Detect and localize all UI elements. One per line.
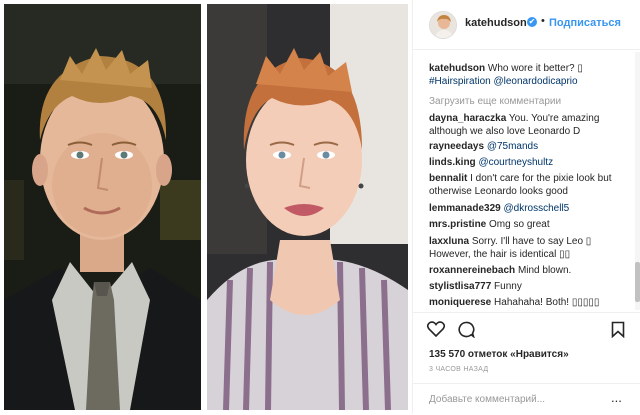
comment-icon — [458, 321, 475, 339]
save-button[interactable] — [611, 321, 625, 343]
comment-item: laxxluna Sorry. I'll have to say Leo ▯ H… — [429, 235, 629, 261]
scrollbar-thumb[interactable] — [635, 262, 640, 302]
comment-username[interactable]: laxxluna — [429, 236, 469, 247]
likes-count[interactable]: 135 570 отметок «Нравится» — [429, 349, 569, 360]
right-photo — [207, 4, 408, 411]
comment-username[interactable]: dayna_haraczka — [429, 113, 506, 124]
comment-item: moniquerese Hahahaha! Both! ▯▯▯▯▯ — [429, 296, 629, 309]
comment-item: lemmanade329 @dkrosschell5 — [429, 202, 629, 215]
comment-item: roxannereinebach Mind blown. — [429, 264, 629, 277]
comment-mention[interactable]: @courtneyshultz — [478, 157, 553, 168]
comment-text: Omg so great — [489, 219, 550, 230]
post-caption: katehudson Who wore it better? ▯ #Hairsp… — [429, 62, 629, 88]
comment-mention[interactable]: @75mands — [487, 141, 538, 152]
comment-username[interactable]: roxannereinebach — [429, 265, 515, 276]
comment-username[interactable]: linds.king — [429, 157, 476, 168]
comment-button[interactable] — [457, 321, 475, 343]
caption-hashtag[interactable]: #Hairspiration — [429, 76, 491, 87]
comment-item: bennalit I don't care for the pixie look… — [429, 172, 629, 198]
post-photo[interactable] — [0, 0, 412, 414]
avatar-image — [430, 12, 456, 38]
like-button[interactable] — [426, 321, 446, 342]
bookmark-icon — [611, 321, 625, 339]
comment-text: Funny — [494, 281, 522, 292]
comment-item: stylistlisa777 Funny — [429, 280, 629, 293]
add-comment-input[interactable]: Добавьте комментарий... — [429, 394, 545, 405]
post-side-panel: katehudson ✔ • Подписаться katehudson Wh… — [412, 0, 640, 414]
post-header: katehudson ✔ • Подписаться — [413, 0, 640, 50]
comment-username[interactable]: bennalit — [429, 173, 467, 184]
caption-username[interactable]: katehudson — [429, 63, 485, 74]
verified-badge-icon: ✔ — [527, 17, 537, 27]
comment-item: dayna_haraczka You. You're amazing altho… — [429, 112, 629, 138]
comment-text: Hahahaha! Both! ▯▯▯▯▯ — [494, 297, 600, 308]
post-actions: 135 570 отметок «Нравится» 3 ЧАСОВ НАЗАД… — [413, 312, 640, 414]
left-photo — [4, 4, 201, 410]
comment-username[interactable]: moniquerese — [429, 297, 491, 308]
load-more-comments-button[interactable]: Загрузить еще комментарии — [429, 96, 561, 107]
follow-button[interactable]: Подписаться — [549, 17, 621, 29]
comment-username[interactable]: mrs.pristine — [429, 219, 486, 230]
comment-item: linds.king @courtneyshultz — [429, 156, 629, 169]
comment-mention[interactable]: @dkrosschell5 — [504, 203, 570, 214]
comment-item: rayneedays @75mands — [429, 140, 629, 153]
comment-username[interactable]: stylistlisa777 — [429, 281, 491, 292]
comment-username[interactable]: rayneedays — [429, 141, 484, 152]
comment-item: mrs.pristine Omg so great — [429, 218, 629, 231]
instagram-post: katehudson ✔ • Подписаться katehudson Wh… — [0, 0, 640, 414]
caption-mention[interactable]: @leonardodicaprio — [493, 76, 577, 87]
heart-icon — [426, 321, 446, 338]
post-image — [0, 0, 412, 414]
header-separator: • — [541, 15, 545, 27]
more-options-button[interactable]: ... — [611, 390, 622, 405]
post-timestamp[interactable]: 3 ЧАСОВ НАЗАД — [429, 366, 488, 373]
comments-list: katehudson Who wore it better? ▯ #Hairsp… — [413, 50, 633, 312]
comment-username[interactable]: lemmanade329 — [429, 203, 501, 214]
comment-text: Mind blown. — [517, 265, 572, 276]
avatar[interactable] — [429, 11, 457, 39]
comments-scrollbar[interactable] — [635, 52, 640, 310]
caption-text: Who wore it better? ▯ — [487, 63, 583, 74]
add-comment-section: Добавьте комментарий... ... — [413, 383, 640, 415]
header-username[interactable]: katehudson — [465, 17, 527, 29]
